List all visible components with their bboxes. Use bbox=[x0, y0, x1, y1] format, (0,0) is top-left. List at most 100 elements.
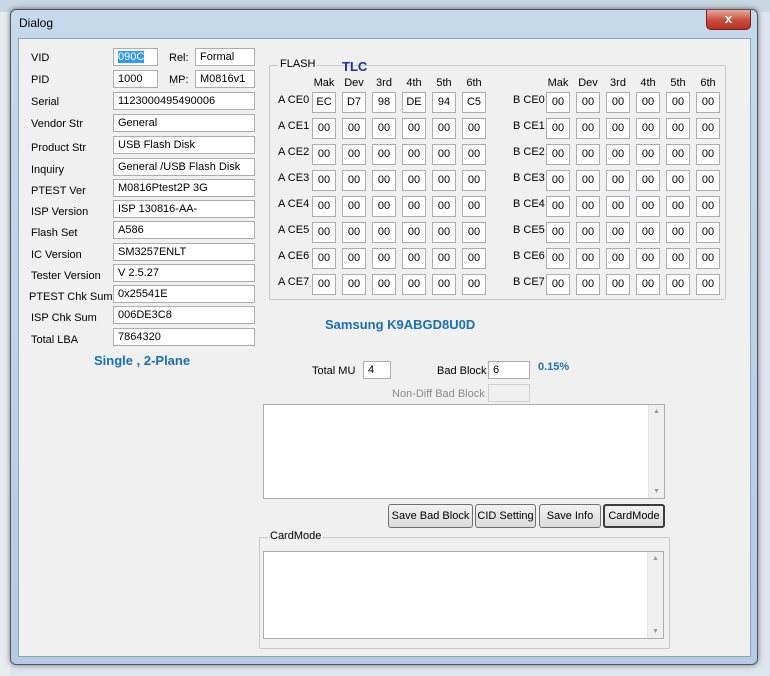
flash-id-cell[interactable]: D7 bbox=[342, 92, 366, 113]
flash-id-cell[interactable]: C5 bbox=[462, 92, 486, 113]
flash-id-cell[interactable]: 00 bbox=[312, 248, 336, 269]
flash-id-cell[interactable]: DE bbox=[402, 92, 426, 113]
flash-id-cell[interactable]: 00 bbox=[462, 274, 486, 295]
flash-id-cell[interactable]: 00 bbox=[576, 248, 600, 269]
flash-id-cell[interactable]: 00 bbox=[576, 92, 600, 113]
info-field[interactable]: General bbox=[113, 114, 255, 132]
flash-id-cell[interactable]: 00 bbox=[696, 196, 720, 217]
flash-id-cell[interactable]: 00 bbox=[606, 144, 630, 165]
flash-id-cell[interactable]: 00 bbox=[576, 274, 600, 295]
scroll-up-arrow-icon[interactable]: ▲ bbox=[652, 555, 659, 562]
flash-id-cell[interactable]: 00 bbox=[432, 248, 456, 269]
rel-field[interactable]: Formal bbox=[195, 48, 255, 66]
flash-id-cell[interactable]: 00 bbox=[636, 222, 660, 243]
flash-id-cell[interactable]: 00 bbox=[606, 170, 630, 191]
flash-id-cell[interactable]: 00 bbox=[546, 92, 570, 113]
flash-id-cell[interactable]: 00 bbox=[666, 248, 690, 269]
flash-id-cell[interactable]: 00 bbox=[576, 222, 600, 243]
save-bad-block-button[interactable]: Save Bad Block bbox=[388, 504, 473, 528]
flash-id-cell[interactable]: 00 bbox=[372, 248, 396, 269]
flash-id-cell[interactable]: 00 bbox=[462, 196, 486, 217]
total-mu-field[interactable]: 4 bbox=[363, 361, 391, 379]
flash-id-cell[interactable]: 00 bbox=[546, 248, 570, 269]
flash-id-cell[interactable]: 00 bbox=[372, 222, 396, 243]
flash-id-cell[interactable]: 00 bbox=[636, 274, 660, 295]
flash-id-cell[interactable]: 00 bbox=[312, 170, 336, 191]
log-memo[interactable]: ▲ ▼ bbox=[263, 404, 665, 499]
flash-id-cell[interactable]: 00 bbox=[696, 144, 720, 165]
flash-id-cell[interactable]: EC bbox=[312, 92, 336, 113]
flash-id-cell[interactable]: 00 bbox=[342, 196, 366, 217]
flash-id-cell[interactable]: 00 bbox=[636, 248, 660, 269]
info-field[interactable]: M0816Ptest2P 3G bbox=[113, 179, 255, 197]
flash-id-cell[interactable]: 94 bbox=[432, 92, 456, 113]
flash-id-cell[interactable]: 00 bbox=[312, 222, 336, 243]
flash-id-cell[interactable]: 00 bbox=[546, 274, 570, 295]
info-field[interactable]: General /USB Flash Disk bbox=[113, 158, 255, 176]
flash-id-cell[interactable]: 00 bbox=[576, 144, 600, 165]
close-button[interactable]: x bbox=[706, 10, 751, 30]
flash-id-cell[interactable]: 00 bbox=[462, 118, 486, 139]
flash-id-cell[interactable]: 00 bbox=[402, 248, 426, 269]
info-field[interactable]: ISP 130816-AA- bbox=[113, 200, 255, 218]
flash-id-cell[interactable]: 00 bbox=[666, 274, 690, 295]
flash-id-cell[interactable]: 00 bbox=[606, 248, 630, 269]
save-info-button[interactable]: Save Info bbox=[539, 504, 601, 528]
info-field[interactable]: 1123000495490006 bbox=[113, 92, 255, 110]
scroll-down-arrow-icon[interactable]: ▼ bbox=[652, 628, 659, 635]
cid-setting-button[interactable]: CID Setting bbox=[475, 504, 536, 528]
bad-block-field[interactable]: 6 bbox=[488, 361, 530, 379]
info-field[interactable]: 1000 bbox=[113, 70, 158, 88]
flash-id-cell[interactable]: 00 bbox=[546, 118, 570, 139]
flash-id-cell[interactable]: 00 bbox=[402, 118, 426, 139]
flash-id-cell[interactable]: 00 bbox=[606, 274, 630, 295]
flash-id-cell[interactable]: 00 bbox=[402, 170, 426, 191]
flash-id-cell[interactable]: 00 bbox=[372, 196, 396, 217]
info-field[interactable]: USB Flash Disk bbox=[113, 136, 255, 154]
flash-id-cell[interactable]: 00 bbox=[696, 92, 720, 113]
flash-id-cell[interactable]: 00 bbox=[462, 170, 486, 191]
flash-id-cell[interactable]: 00 bbox=[402, 222, 426, 243]
info-field[interactable]: 0x25541E bbox=[113, 285, 255, 303]
scroll-down-arrow-icon[interactable]: ▼ bbox=[653, 488, 660, 495]
flash-id-cell[interactable]: 00 bbox=[546, 170, 570, 191]
flash-id-cell[interactable]: 00 bbox=[432, 222, 456, 243]
flash-id-cell[interactable]: 00 bbox=[546, 144, 570, 165]
cardmode-memo-scrollbar[interactable]: ▲ ▼ bbox=[647, 552, 663, 638]
scroll-up-arrow-icon[interactable]: ▲ bbox=[653, 408, 660, 415]
flash-id-cell[interactable]: 00 bbox=[462, 222, 486, 243]
flash-id-cell[interactable]: 00 bbox=[696, 274, 720, 295]
flash-id-cell[interactable]: 00 bbox=[636, 118, 660, 139]
flash-id-cell[interactable]: 00 bbox=[576, 196, 600, 217]
flash-id-cell[interactable]: 00 bbox=[666, 92, 690, 113]
flash-id-cell[interactable]: 00 bbox=[402, 144, 426, 165]
flash-id-cell[interactable]: 98 bbox=[372, 92, 396, 113]
flash-id-cell[interactable]: 00 bbox=[372, 144, 396, 165]
cardmode-memo[interactable]: ▲ ▼ bbox=[263, 551, 664, 639]
info-field[interactable]: 090C bbox=[113, 48, 158, 66]
info-field[interactable]: 7864320 bbox=[113, 328, 255, 346]
flash-id-cell[interactable]: 00 bbox=[432, 196, 456, 217]
flash-id-cell[interactable]: 00 bbox=[666, 170, 690, 191]
flash-id-cell[interactable]: 00 bbox=[546, 222, 570, 243]
flash-id-cell[interactable]: 00 bbox=[342, 222, 366, 243]
info-field[interactable]: SM3257ENLT bbox=[113, 243, 255, 261]
flash-id-cell[interactable]: 00 bbox=[462, 248, 486, 269]
flash-id-cell[interactable]: 00 bbox=[372, 170, 396, 191]
flash-id-cell[interactable]: 00 bbox=[342, 248, 366, 269]
flash-id-cell[interactable]: 00 bbox=[636, 144, 660, 165]
info-field[interactable]: 006DE3C8 bbox=[113, 306, 255, 324]
flash-id-cell[interactable]: 00 bbox=[402, 196, 426, 217]
flash-id-cell[interactable]: 00 bbox=[696, 170, 720, 191]
flash-id-cell[interactable]: 00 bbox=[402, 274, 426, 295]
flash-id-cell[interactable]: 00 bbox=[342, 144, 366, 165]
flash-id-cell[interactable]: 00 bbox=[432, 118, 456, 139]
flash-id-cell[interactable]: 00 bbox=[312, 196, 336, 217]
info-field[interactable]: V 2.5.27 bbox=[113, 264, 255, 282]
flash-id-cell[interactable]: 00 bbox=[576, 118, 600, 139]
flash-id-cell[interactable]: 00 bbox=[636, 196, 660, 217]
flash-id-cell[interactable]: 00 bbox=[342, 170, 366, 191]
flash-id-cell[interactable]: 00 bbox=[666, 222, 690, 243]
flash-id-cell[interactable]: 00 bbox=[696, 222, 720, 243]
flash-id-cell[interactable]: 00 bbox=[312, 118, 336, 139]
